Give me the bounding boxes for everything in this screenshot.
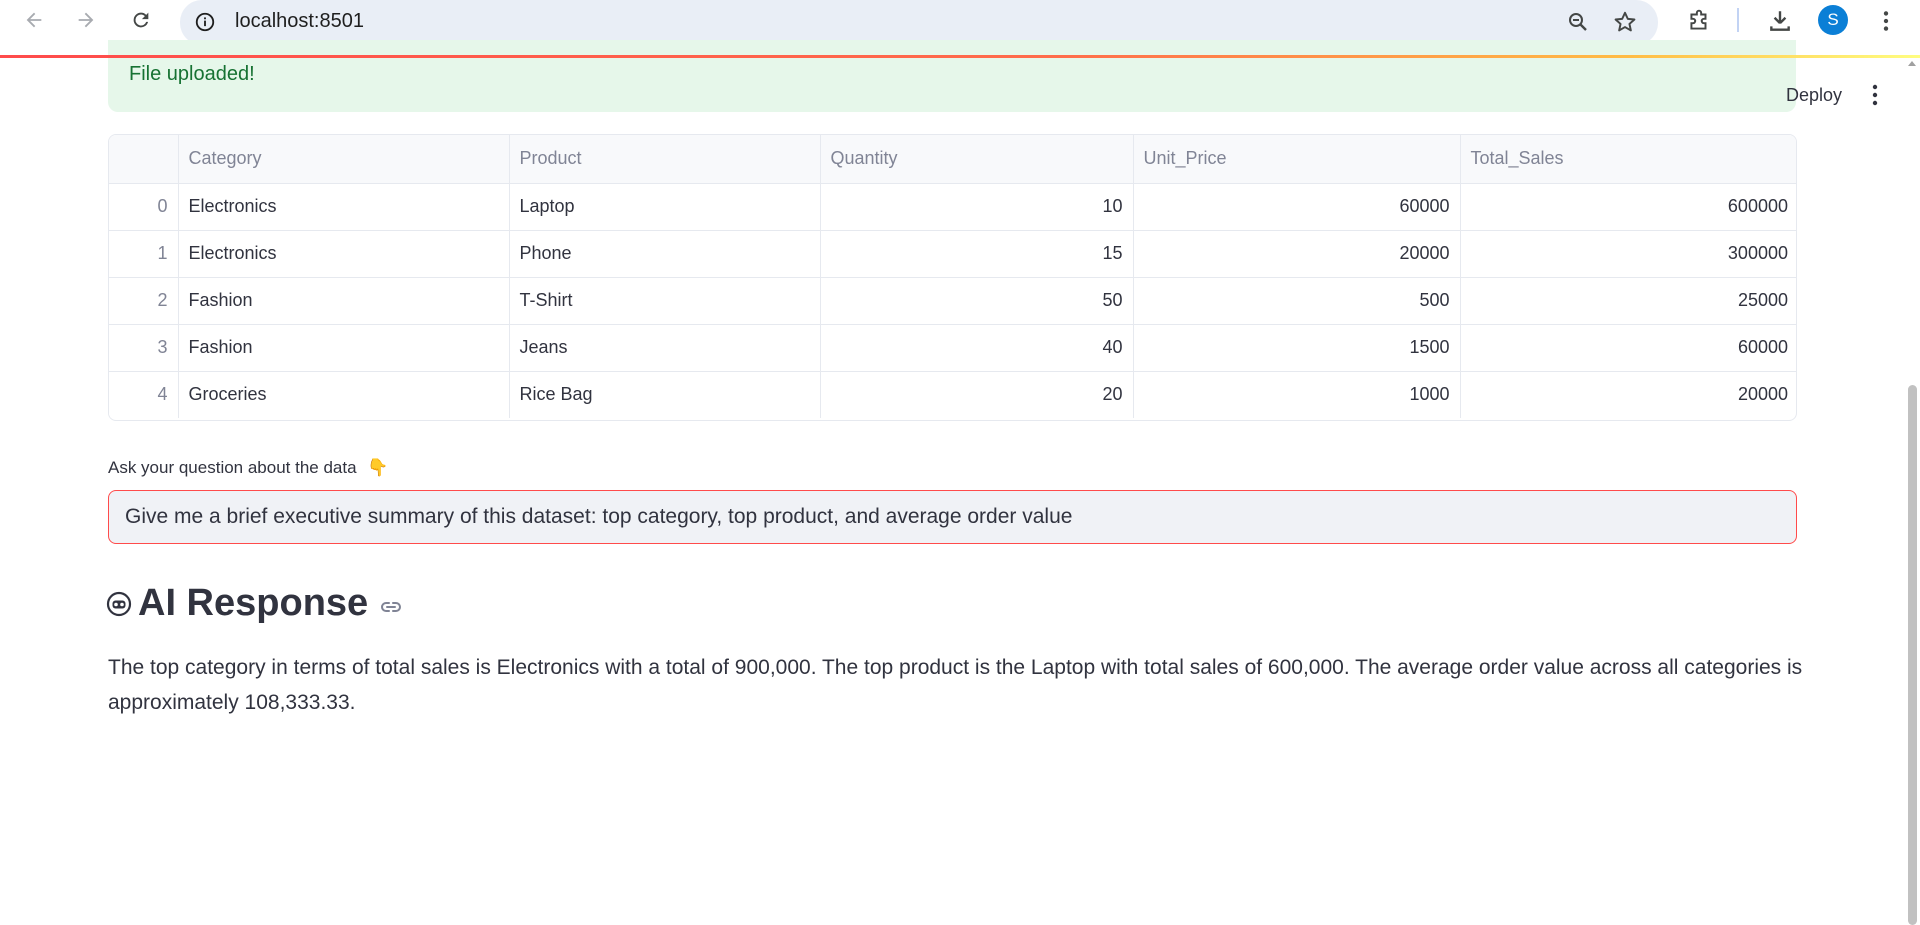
cell-unit-price[interactable]: 20000: [1133, 230, 1461, 278]
cell-product[interactable]: Phone: [509, 230, 821, 278]
info-icon[interactable]: [194, 11, 216, 33]
column-header-unit-price[interactable]: Unit_Price: [1133, 135, 1461, 184]
scrollbar-thumb[interactable]: [1908, 385, 1917, 925]
row-index: 0: [109, 183, 179, 231]
cell-product[interactable]: Laptop: [509, 183, 821, 231]
cell-total-sales[interactable]: 300000: [1460, 230, 1796, 278]
cell-unit-price[interactable]: 1000: [1133, 371, 1461, 418]
question-label-text: Ask your question about the data: [108, 458, 357, 477]
url-text[interactable]: localhost:8501: [235, 10, 364, 33]
dataframe[interactable]: Category Product Quantity Unit_Price Tot…: [108, 134, 1797, 421]
toolbar-divider: [1737, 8, 1739, 32]
browser-toolbar: localhost:8501 S: [0, 0, 1920, 45]
row-index: 4: [109, 371, 179, 418]
cell-category[interactable]: Fashion: [178, 324, 510, 372]
column-header-product[interactable]: Product: [509, 135, 821, 184]
star-icon[interactable]: [1612, 9, 1638, 35]
main-menu-icon[interactable]: [1866, 82, 1884, 108]
table-row: 3 Fashion Jeans 40 1500 60000: [109, 324, 1796, 372]
cell-category[interactable]: Electronics: [178, 183, 510, 231]
response-title: AI Response: [138, 582, 369, 624]
cell-total-sales[interactable]: 60000: [1460, 324, 1796, 372]
avatar[interactable]: S: [1818, 5, 1848, 35]
deploy-button[interactable]: Deploy: [1786, 85, 1842, 106]
cell-quantity[interactable]: 50: [820, 277, 1134, 325]
address-bar[interactable]: localhost:8501: [180, 0, 1658, 45]
cell-total-sales[interactable]: 600000: [1460, 183, 1796, 231]
table-row: 0 Electronics Laptop 10 60000 600000: [109, 183, 1796, 231]
cell-quantity[interactable]: 40: [820, 324, 1134, 372]
cell-quantity[interactable]: 15: [820, 230, 1134, 278]
table-row: 2 Fashion T-Shirt 50 500 25000: [109, 277, 1796, 325]
pointing-down-icon: 👇: [367, 458, 389, 477]
success-alert: File uploaded!: [108, 40, 1796, 112]
table-row: 1 Electronics Phone 15 20000 300000: [109, 230, 1796, 278]
anchor-link-icon[interactable]: [378, 594, 404, 620]
cell-category[interactable]: Fashion: [178, 277, 510, 325]
robot-icon: [106, 591, 132, 616]
more-vert-icon[interactable]: [1872, 7, 1900, 35]
column-header-index[interactable]: [109, 135, 179, 184]
cell-product[interactable]: T-Shirt: [509, 277, 821, 325]
cell-category[interactable]: Groceries: [178, 371, 510, 418]
cell-product[interactable]: Rice Bag: [509, 371, 821, 418]
cell-quantity[interactable]: 20: [820, 371, 1134, 418]
table-header-row: Category Product Quantity Unit_Price Tot…: [109, 135, 1796, 184]
cell-unit-price[interactable]: 500: [1133, 277, 1461, 325]
cell-quantity[interactable]: 10: [820, 183, 1134, 231]
data-table: Category Product Quantity Unit_Price Tot…: [109, 135, 1796, 418]
status-bar-decoration: [0, 55, 1920, 58]
cell-unit-price[interactable]: 60000: [1133, 183, 1461, 231]
cell-category[interactable]: Electronics: [178, 230, 510, 278]
question-input[interactable]: [108, 490, 1797, 544]
row-index: 1: [109, 230, 179, 278]
response-text: The top category in terms of total sales…: [108, 656, 1803, 714]
back-icon[interactable]: [20, 6, 48, 34]
download-icon[interactable]: [1766, 7, 1794, 35]
zoom-icon[interactable]: [1566, 10, 1590, 34]
scroll-up-icon[interactable]: [1906, 57, 1918, 69]
cell-total-sales[interactable]: 20000: [1460, 371, 1796, 418]
question-label: Ask your question about the data 👇: [108, 458, 388, 478]
reload-icon[interactable]: [127, 6, 155, 34]
column-header-quantity[interactable]: Quantity: [820, 135, 1134, 184]
row-index: 2: [109, 277, 179, 325]
cell-unit-price[interactable]: 1500: [1133, 324, 1461, 372]
forward-icon[interactable]: [72, 6, 100, 34]
cell-total-sales[interactable]: 25000: [1460, 277, 1796, 325]
extensions-icon[interactable]: [1685, 7, 1713, 35]
response-heading: AI Response: [106, 582, 404, 625]
column-header-category[interactable]: Category: [178, 135, 510, 184]
row-index: 3: [109, 324, 179, 372]
alert-text: File uploaded!: [129, 63, 255, 85]
cell-product[interactable]: Jeans: [509, 324, 821, 372]
table-row: 4 Groceries Rice Bag 20 1000 20000: [109, 371, 1796, 418]
column-header-total-sales[interactable]: Total_Sales: [1460, 135, 1796, 184]
